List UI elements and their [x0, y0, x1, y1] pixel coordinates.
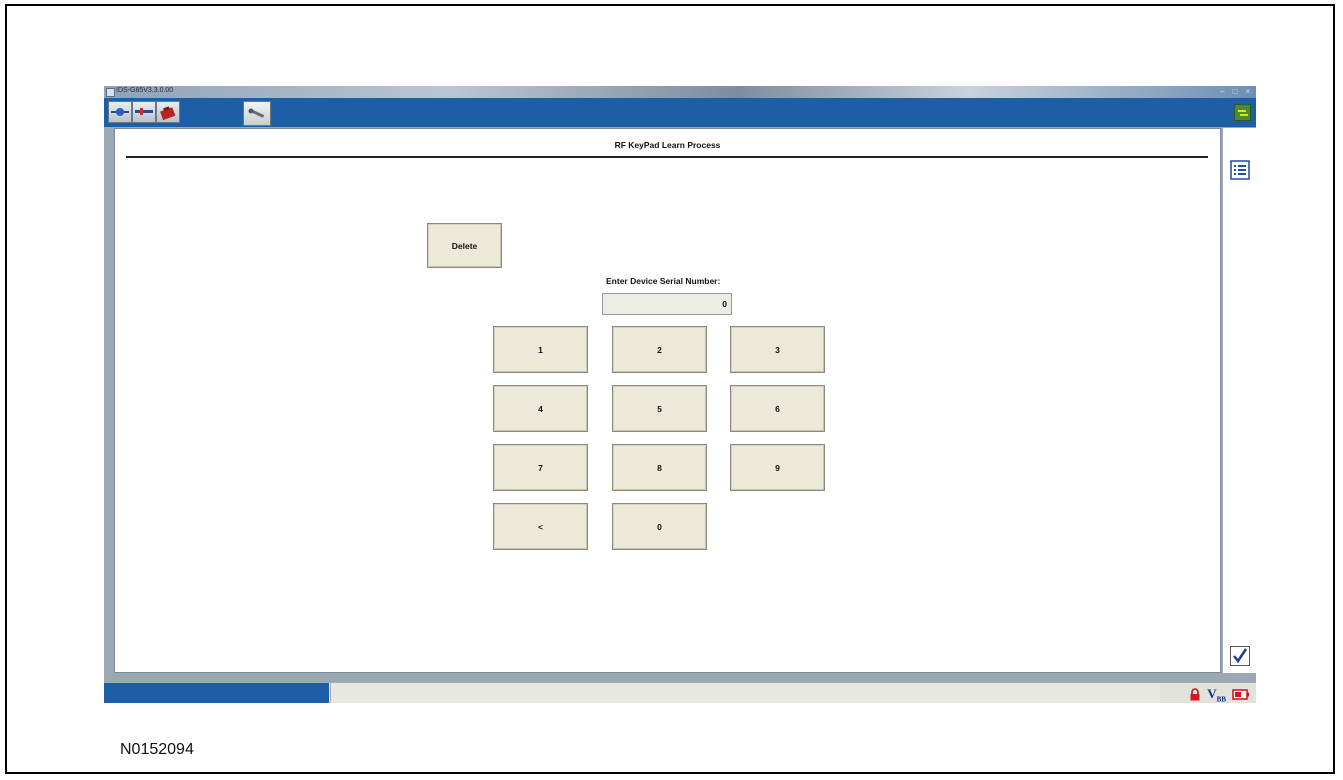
key-8-button[interactable]: 8	[612, 444, 707, 491]
window-title: IDS-G85V3.3.0.00	[116, 87, 174, 94]
wrench-icon	[248, 108, 265, 118]
status-progress-area	[104, 683, 329, 703]
exit-arrow-icon	[1237, 109, 1248, 116]
key-5-button[interactable]: 5	[612, 385, 707, 432]
voltage-icon: VBB	[1207, 686, 1226, 703]
key-7-button[interactable]: 7	[493, 444, 588, 491]
key-0-button[interactable]: 0	[612, 503, 707, 550]
key-3-button[interactable]: 3	[730, 326, 825, 373]
battery-icon	[1232, 689, 1249, 701]
list-button[interactable]	[1230, 160, 1250, 180]
exit-button[interactable]	[1234, 104, 1251, 121]
key-4-button[interactable]: 4	[493, 385, 588, 432]
window-titlebar: IDS-G85V3.3.0.00 – □ ×	[104, 86, 1256, 98]
vehicle-connect-icon	[111, 108, 129, 116]
backspace-key-button[interactable]: <	[493, 503, 588, 550]
right-side-panel	[1223, 128, 1256, 673]
checkmark-icon	[1230, 646, 1250, 666]
minimize-icon[interactable]: –	[1220, 87, 1224, 96]
window-controls: – □ ×	[1220, 87, 1250, 96]
lock-icon	[1190, 688, 1200, 701]
vehicle-connect-button[interactable]	[108, 101, 132, 123]
ids-application-window: IDS-G85V3.3.0.00 – □ × RF KeyPad Learn P…	[104, 86, 1256, 703]
page-title: RF KeyPad Learn Process	[614, 140, 721, 150]
key-2-button[interactable]: 2	[612, 326, 707, 373]
app-icon	[106, 88, 115, 97]
confirm-button[interactable]	[1230, 646, 1250, 666]
wrench-tab-button[interactable]	[243, 101, 271, 126]
title-divider	[126, 156, 1208, 158]
serial-number-label: Enter Device Serial Number:	[606, 276, 721, 286]
status-message-field	[330, 683, 1160, 703]
main-content-panel: RF KeyPad Learn Process Delete Enter Dev…	[114, 128, 1221, 673]
network-button[interactable]	[132, 101, 156, 123]
key-1-button[interactable]: 1	[493, 326, 588, 373]
delete-button[interactable]: Delete	[427, 223, 502, 268]
close-icon[interactable]: ×	[1245, 87, 1250, 96]
toolbar-button-group	[108, 101, 180, 123]
key-6-button[interactable]: 6	[730, 385, 825, 432]
status-icons: VBB	[1189, 686, 1250, 703]
list-icon	[1230, 160, 1250, 180]
serial-number-field[interactable]: 0	[602, 293, 732, 315]
maximize-icon[interactable]: □	[1232, 87, 1237, 96]
toolbox-button[interactable]	[156, 101, 180, 123]
toolbox-icon	[160, 106, 176, 120]
key-9-button[interactable]: 9	[730, 444, 825, 491]
main-toolbar	[104, 98, 1256, 127]
network-icon	[135, 108, 153, 115]
status-bar: VBB	[104, 682, 1256, 703]
figure-id-label: N0152094	[120, 741, 194, 758]
